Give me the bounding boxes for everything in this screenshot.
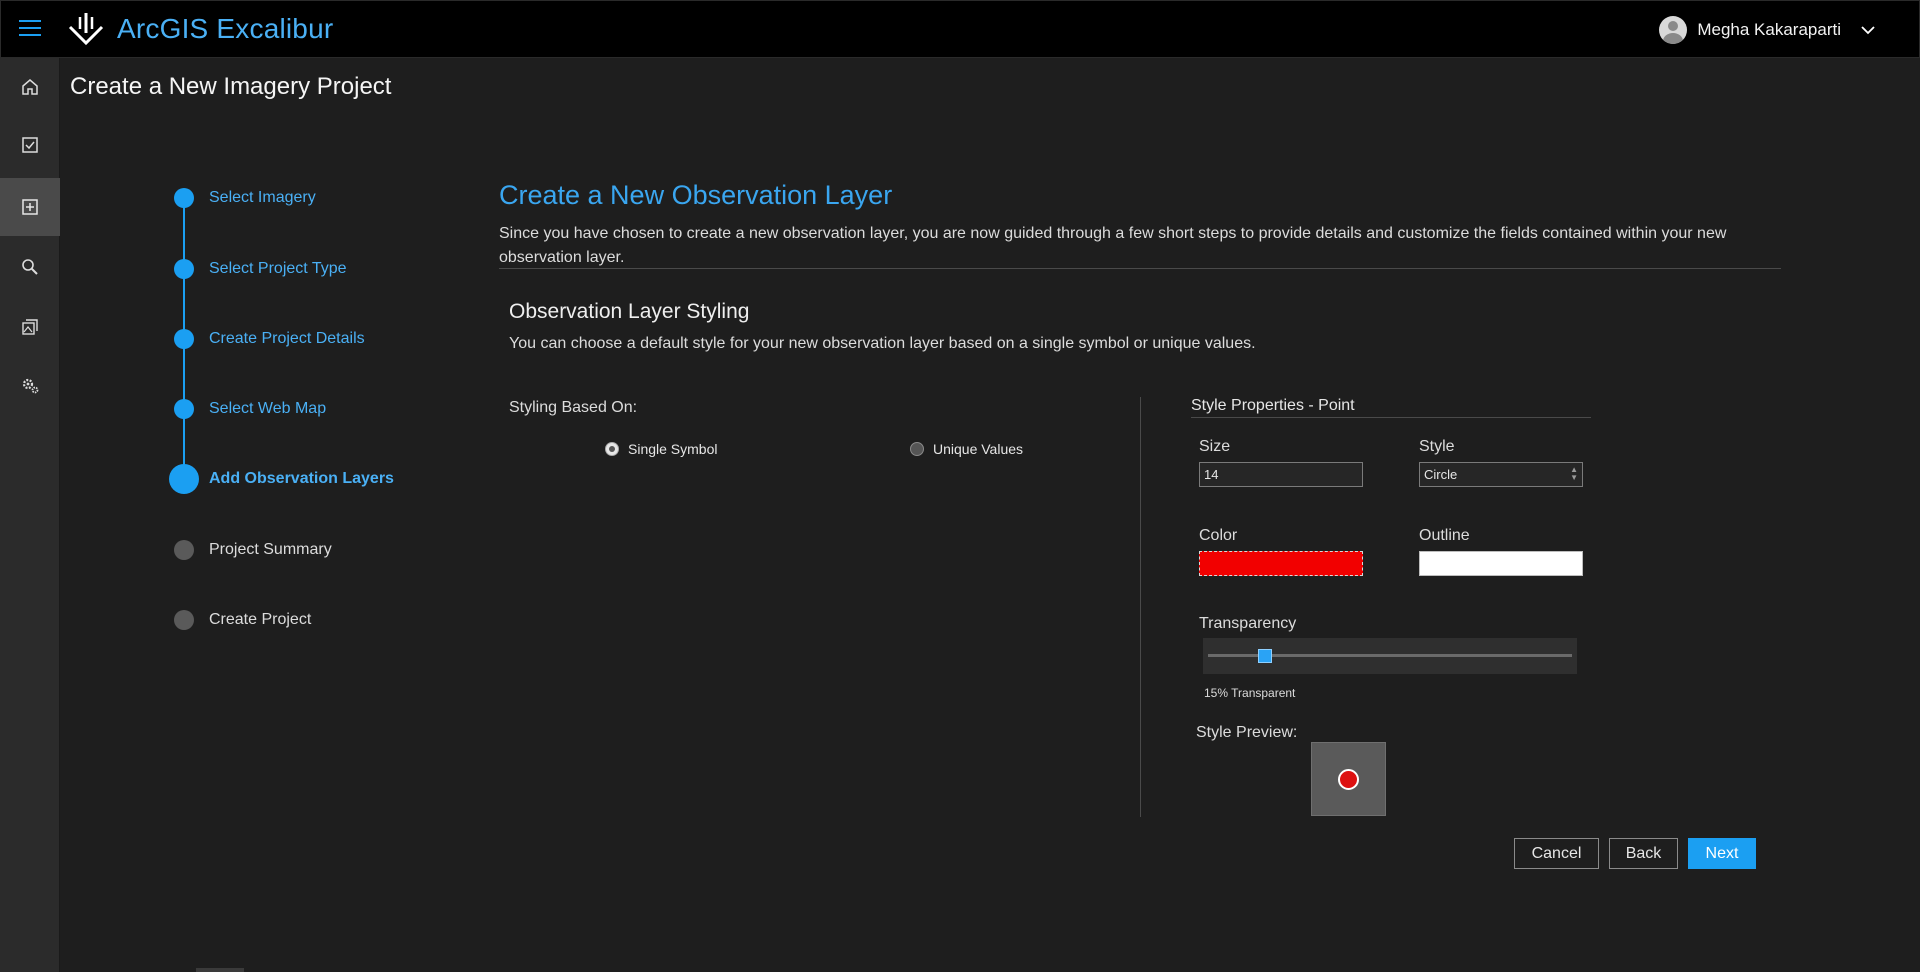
- transparency-label: Transparency: [1199, 615, 1297, 632]
- user-avatar-icon: [1659, 16, 1688, 44]
- step-dot: [174, 610, 194, 630]
- section-title: Create a New Observation Layer: [499, 180, 893, 210]
- circle-symbol-icon: [1338, 768, 1359, 790]
- step-dot: [174, 188, 194, 208]
- user-name: Megha Kakaraparti: [1697, 20, 1841, 39]
- style-properties-title: Style Properties - Point: [1191, 397, 1355, 414]
- color-swatch[interactable]: [1199, 551, 1363, 576]
- sidebar-item-search[interactable]: [0, 238, 60, 296]
- search-icon: [22, 259, 38, 275]
- color-label: Color: [1199, 527, 1238, 544]
- intro-text: Since you have chosen to create a new ob…: [499, 225, 1727, 266]
- vertical-divider: [1140, 397, 1141, 817]
- step-label[interactable]: Select Project Type: [209, 260, 347, 278]
- transparency-readout: 15% Transparent: [1204, 686, 1296, 700]
- radio-unchecked-icon[interactable]: [910, 442, 924, 456]
- scrollbar-thumb[interactable]: [196, 968, 244, 972]
- excalibur-logo-icon: [68, 13, 104, 46]
- style-label: Style: [1419, 438, 1455, 455]
- radio-label[interactable]: Single Symbol: [628, 441, 718, 457]
- sidebar-item-home[interactable]: [0, 58, 60, 116]
- radio-unique-values[interactable]: Unique Values: [910, 441, 1023, 457]
- chevron-down-icon: [1861, 26, 1875, 35]
- step-dot: [174, 329, 194, 349]
- slider-thumb[interactable]: [1258, 649, 1272, 663]
- size-input[interactable]: 14: [1199, 462, 1363, 487]
- gears-icon: [22, 378, 39, 394]
- sidebar-item-create[interactable]: [0, 178, 60, 236]
- style-select[interactable]: Circle ▲ ▼: [1419, 462, 1583, 487]
- radio-single-symbol[interactable]: Single Symbol: [605, 441, 718, 457]
- style-select-value: Circle: [1424, 467, 1458, 482]
- outline-swatch[interactable]: [1419, 551, 1583, 576]
- step-label[interactable]: Select Web Map: [209, 400, 326, 418]
- next-button[interactable]: Next: [1688, 838, 1756, 869]
- styling-based-on-label: Styling Based On:: [509, 399, 638, 416]
- cancel-button[interactable]: Cancel: [1514, 838, 1599, 869]
- top-bar: ArcGIS Excalibur Megha Kakaraparti: [0, 0, 1920, 58]
- radio-checked-icon[interactable]: [605, 442, 619, 456]
- page-title: Create a New Imagery Project: [70, 73, 392, 100]
- styling-description: You can choose a default style for your …: [509, 335, 1256, 352]
- step-label[interactable]: Select Imagery: [209, 189, 316, 207]
- add-box-icon: [22, 199, 38, 215]
- home-icon: [22, 79, 38, 95]
- transparency-slider[interactable]: [1203, 638, 1577, 674]
- step-dot-current: [169, 464, 199, 494]
- divider: [499, 268, 1781, 269]
- back-button[interactable]: Back: [1609, 838, 1678, 869]
- checkbox-icon: [22, 137, 38, 153]
- user-menu[interactable]: Megha Kakaraparti: [1659, 15, 1875, 45]
- outline-label: Outline: [1419, 527, 1470, 544]
- step-dot: [174, 399, 194, 419]
- styling-title: Observation Layer Styling: [509, 300, 750, 323]
- style-preview: [1311, 742, 1386, 816]
- step-dot: [174, 540, 194, 560]
- step-label: Project Summary: [209, 541, 332, 558]
- sidebar-item-tasks[interactable]: [0, 116, 60, 174]
- sidebar: [0, 58, 60, 972]
- sidebar-item-images[interactable]: [0, 298, 60, 356]
- divider: [1191, 417, 1591, 418]
- image-stack-icon: [22, 319, 38, 335]
- menu-icon[interactable]: [19, 20, 43, 40]
- step-label: Create Project: [209, 611, 312, 628]
- step-label[interactable]: Add Observation Layers: [209, 470, 394, 488]
- size-label: Size: [1199, 438, 1231, 455]
- sidebar-item-settings[interactable]: [0, 356, 60, 414]
- style-preview-label: Style Preview:: [1196, 724, 1298, 741]
- step-dot: [174, 259, 194, 279]
- step-label[interactable]: Create Project Details: [209, 330, 365, 348]
- updown-arrows-icon: ▲ ▼: [1570, 465, 1578, 482]
- app-title: ArcGIS Excalibur: [117, 13, 334, 44]
- radio-label[interactable]: Unique Values: [933, 441, 1023, 457]
